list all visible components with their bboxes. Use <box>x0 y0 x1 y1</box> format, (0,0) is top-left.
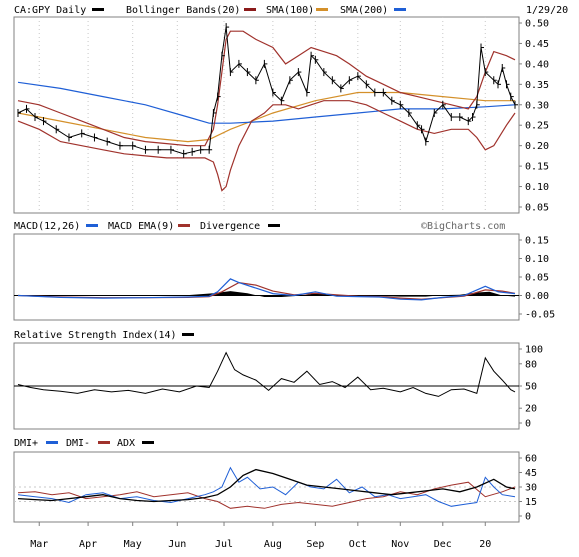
macd-legend-divergence-swatch <box>268 224 280 227</box>
macd-legend-macd-swatch <box>86 224 98 227</box>
dmi-legend-adx-swatch <box>142 441 154 444</box>
watermark: ©BigCharts.com <box>421 221 505 232</box>
price-legend-symbol-swatch <box>92 8 104 11</box>
macd-y-tick-label: 0.05 <box>525 273 549 284</box>
dmi-y-tick-label: 0 <box>525 512 531 523</box>
price-legend-symbol: CA:GPY Daily <box>14 5 86 16</box>
price-legend-sma200: SMA(200) <box>340 5 388 16</box>
rsi-y-tick-label: 80 <box>525 359 537 370</box>
x-axis-label: Mar <box>30 539 48 550</box>
price-y-tick-label: 0.30 <box>525 100 549 111</box>
x-axis-label: Jul <box>215 539 233 550</box>
price-y-tick-label: 0.10 <box>525 182 549 193</box>
rsi-y-tick-label: 20 <box>525 404 537 415</box>
x-axis-label: Nov <box>391 539 409 550</box>
dmi-legend-plus: DMI+ <box>14 438 38 449</box>
macd-legend-ema-swatch <box>178 224 190 227</box>
price-y-tick-label: 0.45 <box>525 39 549 50</box>
macd-y-tick-label: -0.05 <box>525 310 555 321</box>
macd-legend-divergence: Divergence <box>200 221 260 232</box>
price-y-tick-label: 0.05 <box>525 203 549 214</box>
macd-panel-frame <box>13 233 520 321</box>
price-y-tick-label: 0.50 <box>525 19 549 30</box>
price-legend-bollinger: Bollinger Bands(20) <box>126 5 240 16</box>
price-y-tick-label: 0.20 <box>525 141 549 152</box>
price-y-tick-label: 0.40 <box>525 59 549 70</box>
price-legend-sma200-swatch <box>394 8 406 11</box>
dmi-legend-minus: DMI- <box>66 438 90 449</box>
rsi-legend: Relative Strength Index(14) <box>14 330 194 341</box>
rsi-legend-swatch <box>182 333 194 336</box>
rsi-y-tick-label: 100 <box>525 345 543 356</box>
x-axis-labels: Mar Apr May Jun Jul Aug Sep Oct Nov Dec 20 <box>30 522 491 550</box>
dmi-y-tick-label: 45 <box>525 468 537 479</box>
x-axis-label: Jun <box>168 539 186 550</box>
macd-legend-macd: MACD(12,26) <box>14 221 80 232</box>
x-axis-label: Oct <box>349 539 367 550</box>
price-legend-sma100: SMA(100) <box>266 5 314 16</box>
x-axis-label: Aug <box>264 539 282 550</box>
macd-y-tick-label: 0.10 <box>525 254 549 265</box>
macd-legend-ema: MACD EMA(9) <box>108 221 174 232</box>
chart-svg: CA:GPY Daily Bollinger Bands(20) SMA(100… <box>13 5 568 550</box>
macd-legend: MACD(12,26) MACD EMA(9) Divergence ©BigC… <box>14 221 505 232</box>
price-date-label: 1/29/20 <box>526 5 568 16</box>
dmi-legend: DMI+ DMI- ADX <box>14 438 154 449</box>
price-y-tick-label: 0.35 <box>525 80 549 91</box>
x-axis-label: Sep <box>306 539 324 550</box>
price-y-tick-label: 0.15 <box>525 162 549 173</box>
dmi-y-tick-label: 30 <box>525 483 537 494</box>
x-axis-label: Dec <box>434 539 452 550</box>
dmi-legend-adx: ADX <box>117 438 135 449</box>
x-axis-label: Apr <box>79 539 97 550</box>
price-legend-sma100-swatch <box>316 8 328 11</box>
dmi-y-tick-label: 60 <box>525 454 537 465</box>
price-legend: CA:GPY Daily Bollinger Bands(20) SMA(100… <box>14 5 568 16</box>
macd-y-tick-label: 0.15 <box>525 236 549 247</box>
dmi-legend-minus-swatch <box>98 441 110 444</box>
chart-stage: CA:GPY Daily Bollinger Bands(20) SMA(100… <box>0 0 579 553</box>
price-y-tick-label: 0.25 <box>525 121 549 132</box>
price-legend-bollinger-swatch <box>244 8 256 11</box>
macd-y-tick-label: 0.00 <box>525 291 549 302</box>
x-axis-label: 20 <box>479 539 491 550</box>
rsi-y-tick-label: 0 <box>525 419 531 430</box>
rsi-legend-label: Relative Strength Index(14) <box>14 330 177 341</box>
dmi-legend-plus-swatch <box>46 441 58 444</box>
x-axis-label: May <box>124 539 142 550</box>
rsi-y-tick-label: 50 <box>525 382 537 393</box>
dmi-y-tick-label: 15 <box>525 497 537 508</box>
